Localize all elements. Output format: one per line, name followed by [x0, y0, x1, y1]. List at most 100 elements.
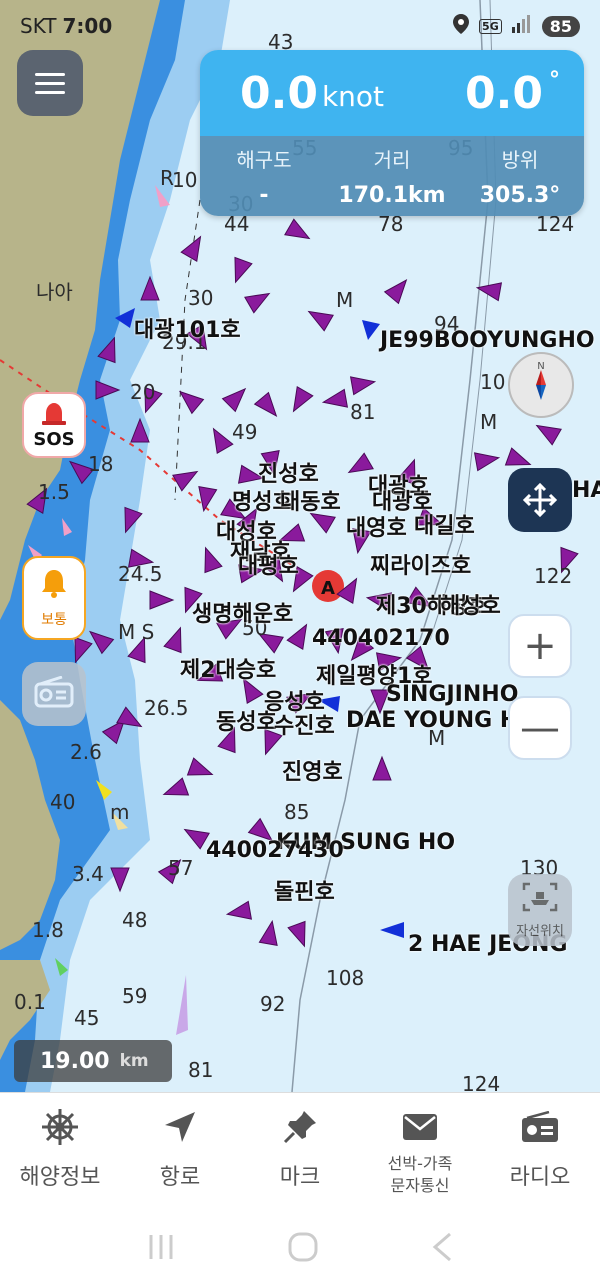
vessel-label[interactable]: 대영호	[346, 510, 407, 542]
self-position-label: 자선위치	[516, 923, 564, 939]
vessel-label[interactable]: 대동호	[280, 484, 341, 516]
vessel-label[interactable]: 대광101호	[134, 312, 241, 344]
vessel-label[interactable]: 440402170	[312, 626, 450, 651]
compass-button[interactable]: N	[508, 352, 574, 418]
speed-value: 0.0	[240, 67, 318, 119]
vessel-label[interactable]: 생명해운호	[192, 596, 293, 628]
vessel-marker[interactable]	[383, 274, 414, 305]
vessel-label[interactable]: 동성호	[216, 704, 277, 736]
vessel-marker[interactable]	[321, 388, 349, 411]
vessel-marker[interactable]	[284, 218, 314, 246]
vessel-label[interactable]: SINGJINHO	[386, 682, 518, 707]
vessel-marker[interactable]	[286, 386, 314, 416]
depth-sounding: 30	[188, 286, 214, 310]
depth-sounding: m	[110, 800, 130, 824]
navigation-info-panel: 0.0 knot 0.0 ° 해구도 - 거리 170.1km 방위 305.3°	[200, 50, 584, 216]
signal-icon	[511, 14, 532, 38]
vessel-marker[interactable]	[161, 777, 190, 803]
vessel-marker[interactable]	[221, 382, 252, 413]
vessel-marker[interactable]	[304, 304, 334, 332]
recent-apps-icon[interactable]	[146, 1233, 176, 1265]
vessel-marker[interactable]	[287, 920, 313, 950]
tab-mark[interactable]: 마크	[240, 1093, 360, 1212]
depth-sounding: 40	[50, 790, 76, 814]
vessel-label[interactable]: HA	[572, 478, 600, 503]
vessel-marker[interactable]	[186, 757, 216, 783]
tab-label: 라디오	[509, 1165, 571, 1190]
home-icon[interactable]	[287, 1231, 319, 1267]
depth-sounding: 18	[88, 452, 114, 476]
vessel-marker[interactable]	[174, 385, 205, 415]
zoom-out-button[interactable]: —	[508, 696, 572, 760]
move-arrows-icon	[522, 482, 558, 518]
menu-icon	[35, 81, 65, 85]
vessel-label[interactable]: 440027430	[206, 838, 344, 863]
tab-radio[interactable]: 라디오	[480, 1093, 600, 1212]
depth-sounding: M	[480, 410, 498, 434]
helm-wheel-icon	[40, 1107, 80, 1147]
vessel-marker[interactable]	[258, 919, 281, 947]
vessel-marker[interactable]	[253, 391, 284, 422]
tab-ocean-info[interactable]: 해양정보	[0, 1093, 120, 1212]
distance-label: 거리	[373, 148, 411, 172]
alert-label: 보통	[41, 612, 67, 628]
vessel-label[interactable]: 제2대승호	[180, 652, 276, 684]
radio-shortcut-button[interactable]	[22, 662, 86, 726]
chart-area-cell: 해구도 -	[200, 144, 328, 216]
self-position-button[interactable]: 자선위치	[508, 874, 572, 946]
vessel-marker[interactable]	[197, 545, 223, 574]
depth-sounding: 26.5	[144, 696, 189, 720]
status-icons: 5G 85	[453, 13, 580, 39]
depth-sounding: 10	[172, 168, 198, 192]
vessel-marker[interactable]	[244, 286, 274, 314]
depth-sounding: 10	[480, 370, 506, 394]
distance-cell: 거리 170.1km	[328, 144, 456, 216]
vessel-label[interactable]: 대평호	[238, 548, 299, 580]
sos-button[interactable]: SOS	[22, 392, 86, 458]
vessel-label[interactable]: 대길호	[414, 508, 475, 540]
vessel-marker[interactable]	[206, 424, 234, 454]
scale-value: 19.00	[40, 1048, 110, 1074]
speed-heading-bar: 0.0 knot 0.0 °	[200, 50, 584, 136]
back-icon[interactable]	[430, 1232, 454, 1266]
depth-sounding: 122	[534, 564, 573, 588]
depth-sounding: M	[336, 288, 354, 312]
vessel-marker[interactable]	[110, 867, 130, 893]
tab-label: 항로	[159, 1165, 201, 1190]
vessel-label[interactable]: 돌핀호	[274, 874, 335, 906]
carrier: SKT	[20, 14, 57, 38]
app-root: A 나아 4355954478124301094108149181.524.51…	[0, 0, 600, 1286]
vessel-marker[interactable]	[180, 822, 210, 850]
vessel-marker[interactable]	[372, 755, 392, 781]
vessel-label[interactable]: 해성호	[440, 588, 501, 620]
vessel-label[interactable]: 수진호	[274, 708, 335, 740]
vessel-marker[interactable]	[163, 625, 189, 654]
vessel-marker[interactable]	[149, 590, 175, 610]
vessel-marker[interactable]	[349, 373, 377, 396]
battery-icon: 85	[541, 15, 580, 37]
alert-level-button[interactable]: 보통	[22, 556, 86, 640]
vessel-label[interactable]: 진영호	[282, 754, 343, 786]
pan-mode-button[interactable]	[508, 468, 572, 532]
vessel-marker[interactable]	[473, 449, 501, 472]
vessel-marker[interactable]	[532, 418, 562, 446]
tab-label: 마크	[279, 1165, 321, 1190]
vessel-marker[interactable]	[227, 256, 253, 286]
scale-unit: km	[119, 1051, 149, 1071]
vessel-label[interactable]: 찌라이즈호	[370, 548, 471, 580]
vessel-marker[interactable]	[172, 464, 202, 492]
vessel-label[interactable]: JE99BOOYUNGHO	[380, 328, 595, 353]
tab-messaging[interactable]: 선박-가족 문자통신	[360, 1093, 480, 1212]
hamburger-menu-button[interactable]	[17, 50, 83, 116]
tab-route[interactable]: 항로	[120, 1093, 240, 1212]
bell-icon	[38, 567, 70, 603]
distance-value: 170.1km	[338, 183, 446, 208]
depth-sounding: 1.8	[32, 918, 64, 942]
depth-sounding: 108	[326, 966, 365, 990]
vessel-marker[interactable]	[225, 900, 253, 923]
depth-sounding: 48	[122, 908, 148, 932]
depth-sounding: 20	[130, 380, 156, 404]
depth-sounding: 49	[232, 420, 258, 444]
zoom-in-button[interactable]: +	[508, 614, 572, 678]
depth-sounding: 81	[350, 400, 376, 424]
